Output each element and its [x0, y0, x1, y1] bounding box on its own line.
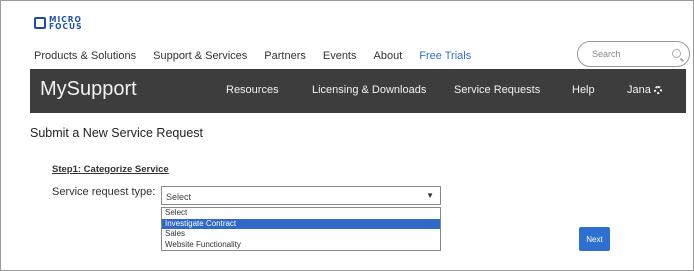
menu-service-requests[interactable]: Service Requests [454, 84, 540, 96]
logo-square-icon [34, 17, 46, 29]
search-input[interactable]: Search [577, 41, 690, 67]
option-sales[interactable]: Sales [162, 229, 440, 240]
mysupport-brand[interactable]: MySupport [40, 78, 137, 101]
menu-licensing-downloads[interactable]: Licensing & Downloads [312, 84, 426, 96]
user-menu[interactable]: Jana [627, 84, 662, 96]
user-name: Jana [627, 84, 651, 96]
nav-events[interactable]: Events [323, 50, 357, 62]
menu-resources[interactable]: Resources [226, 84, 279, 96]
service-request-type-label: Service request type: [52, 186, 156, 198]
page-title: Submit a New Service Request [30, 126, 203, 140]
option-website-functionality[interactable]: Website Functionality [162, 240, 440, 251]
option-select[interactable]: Select [162, 208, 440, 219]
menu-help[interactable]: Help [572, 84, 595, 96]
mysupport-header-bar: MySupport Resources Licensing & Download… [30, 69, 686, 113]
service-request-type-options: Select Investigate Contract Sales Websit… [161, 207, 441, 251]
nav-free-trials[interactable]: Free Trials [419, 50, 471, 62]
next-button[interactable]: Next [579, 227, 610, 251]
nav-products-solutions[interactable]: Products & Solutions [34, 50, 136, 62]
nav-support-services[interactable]: Support & Services [153, 50, 247, 62]
option-investigate-contract[interactable]: Investigate Contract [162, 218, 440, 229]
gear-icon [653, 86, 662, 94]
caret-down-icon: ▼ [426, 191, 434, 200]
logo-text: MICRO FOCUS [49, 15, 83, 31]
step-label: Step1: Categorize Service [52, 164, 169, 175]
search-icon[interactable] [672, 49, 681, 58]
nav-about[interactable]: About [374, 50, 403, 62]
search-placeholder: Search [592, 49, 621, 59]
micro-focus-logo[interactable]: MICRO FOCUS [34, 13, 83, 33]
nav-partners[interactable]: Partners [264, 50, 306, 62]
top-navigation: Products & Solutions Support & Services … [34, 50, 488, 62]
service-request-type-select[interactable]: Select ▼ [161, 186, 441, 205]
selected-value: Select [166, 192, 192, 202]
